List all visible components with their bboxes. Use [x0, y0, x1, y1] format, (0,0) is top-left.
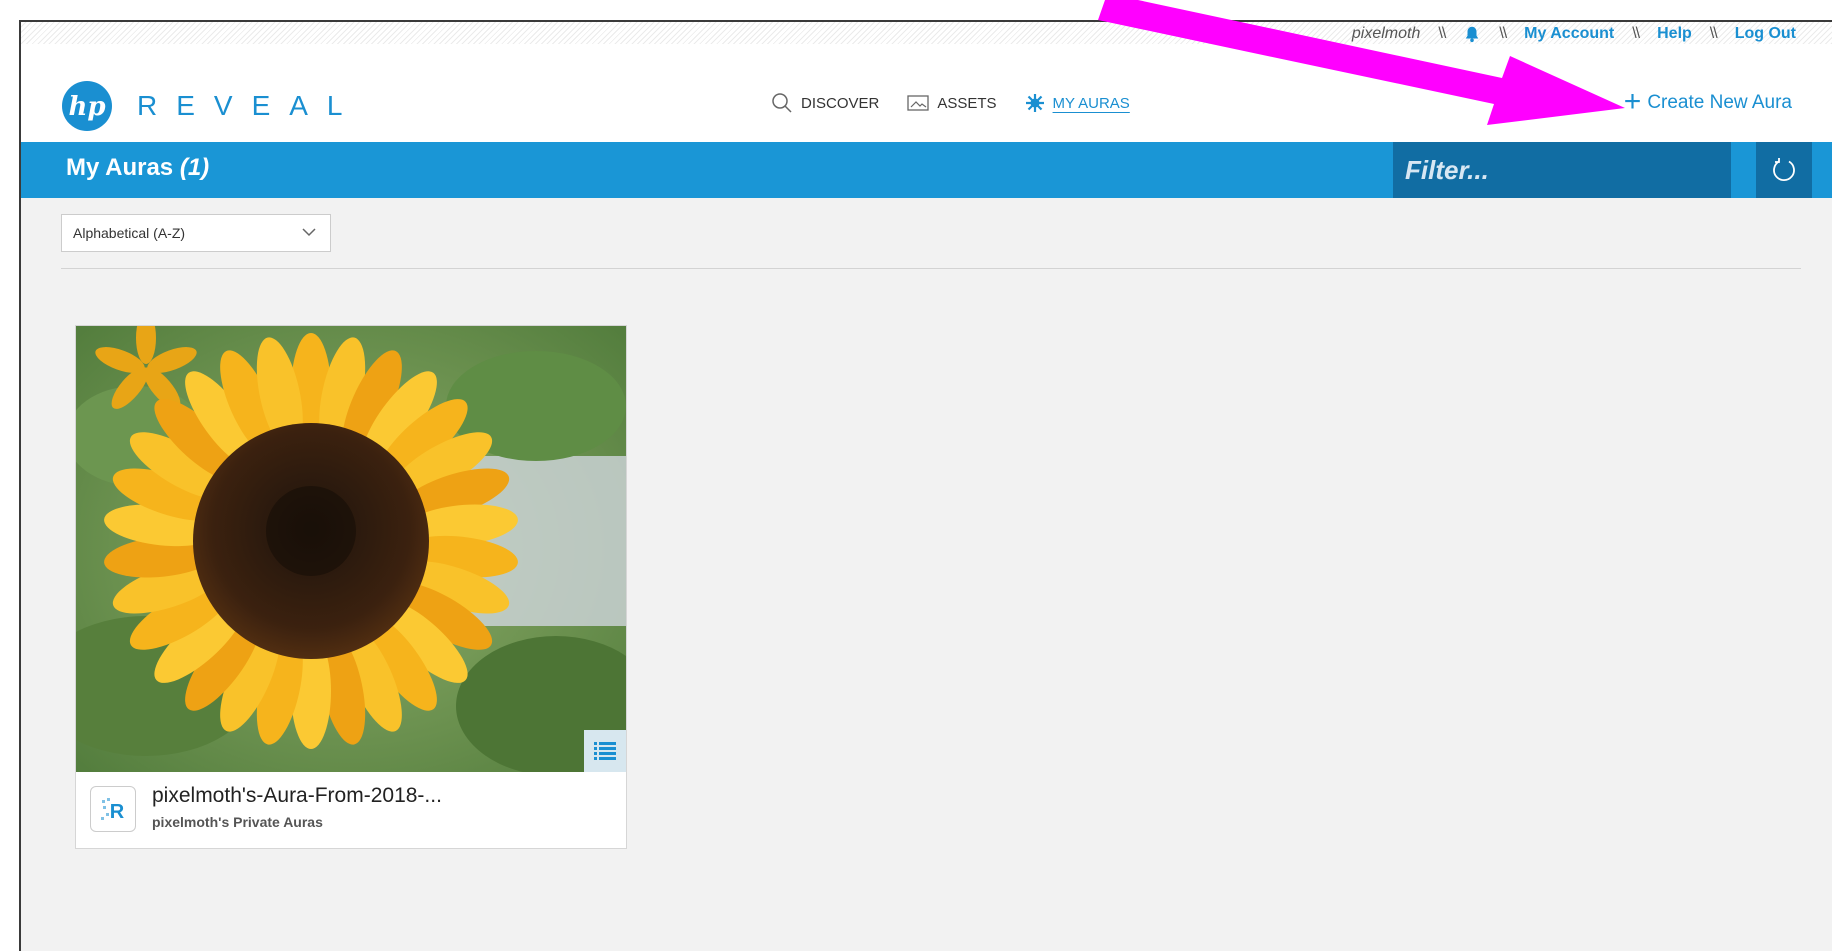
create-new-aura-label: Create New Aura [1647, 92, 1792, 113]
aura-collection: pixelmoth's Private Auras [152, 814, 323, 830]
aura-burst-icon [1025, 94, 1044, 112]
nav-assets[interactable]: ASSETS [907, 94, 997, 112]
svg-text:R: R [110, 801, 125, 823]
main-nav: DISCOVER ASSETS MY AURAS [771, 92, 1130, 114]
hp-reveal-logo[interactable]: hp REVEAL [61, 80, 362, 132]
separator: \\ [1709, 25, 1718, 42]
page-title-text: My Auras [66, 154, 174, 181]
page-title: My Auras (1) [66, 154, 209, 182]
main-header: hp REVEAL DISCOVER ASSETS MY AURAS + Cre… [21, 44, 1832, 142]
list-icon [594, 742, 616, 760]
svg-text:hp: hp [68, 92, 105, 122]
sunflower-image [76, 326, 626, 772]
sort-row: Alphabetical (A-Z) [61, 214, 331, 252]
aura-app-icon: R [90, 786, 136, 832]
bell-icon[interactable] [1463, 25, 1481, 43]
nav-discover-label: DISCOVER [801, 94, 880, 112]
separator: \\ [1632, 25, 1640, 42]
refresh-icon [1773, 158, 1795, 182]
separator: \\ [1499, 25, 1507, 42]
app-window: pixelmoth \\ \\ My Account \\ Help \\ Lo… [19, 20, 1832, 951]
filter-input[interactable]: Filter... [1393, 142, 1731, 198]
create-new-aura-button[interactable]: + Create New Aura [1623, 85, 1792, 118]
log-out-link[interactable]: Log Out [1735, 25, 1796, 43]
refresh-button[interactable] [1756, 142, 1812, 198]
nav-my-auras[interactable]: MY AURAS [1025, 93, 1130, 113]
separator: \\ [1438, 25, 1446, 42]
aura-card[interactable]: R pixelmoth's-Aura-From-2018-... pixelmo… [75, 325, 627, 849]
search-icon [772, 93, 792, 113]
username-link[interactable]: pixelmoth [1352, 25, 1420, 43]
sort-selected-value: Alphabetical (A-Z) [73, 225, 186, 241]
help-link[interactable]: Help [1657, 25, 1692, 43]
nav-assets-label: ASSETS [937, 94, 997, 112]
utility-links: pixelmoth \\ \\ My Account \\ Help \\ Lo… [1352, 24, 1796, 44]
nav-my-auras-label: MY AURAS [1052, 94, 1130, 112]
top-utility-bar: pixelmoth \\ \\ My Account \\ Help \\ Lo… [21, 22, 1832, 44]
my-account-link[interactable]: My Account [1524, 25, 1614, 43]
sort-select[interactable]: Alphabetical (A-Z) [61, 214, 331, 252]
image-icon [907, 95, 930, 111]
list-view-button[interactable] [584, 730, 626, 772]
nav-discover[interactable]: DISCOVER [771, 92, 879, 114]
aura-card-footer: R pixelmoth's-Aura-From-2018-... pixelmo… [76, 772, 626, 848]
logo-wordmark: REVEAL [137, 90, 362, 121]
chevron-down-icon [302, 228, 316, 237]
aura-thumbnail[interactable] [76, 326, 626, 772]
divider [61, 268, 1801, 269]
aura-title[interactable]: pixelmoth's-Aura-From-2018-... [152, 784, 442, 808]
page-title-bar: My Auras (1) Filter... [21, 142, 1832, 198]
plus-icon: + [1623, 85, 1642, 118]
hp-logo-icon: hp [62, 81, 112, 131]
aura-count: (1) [179, 154, 210, 181]
